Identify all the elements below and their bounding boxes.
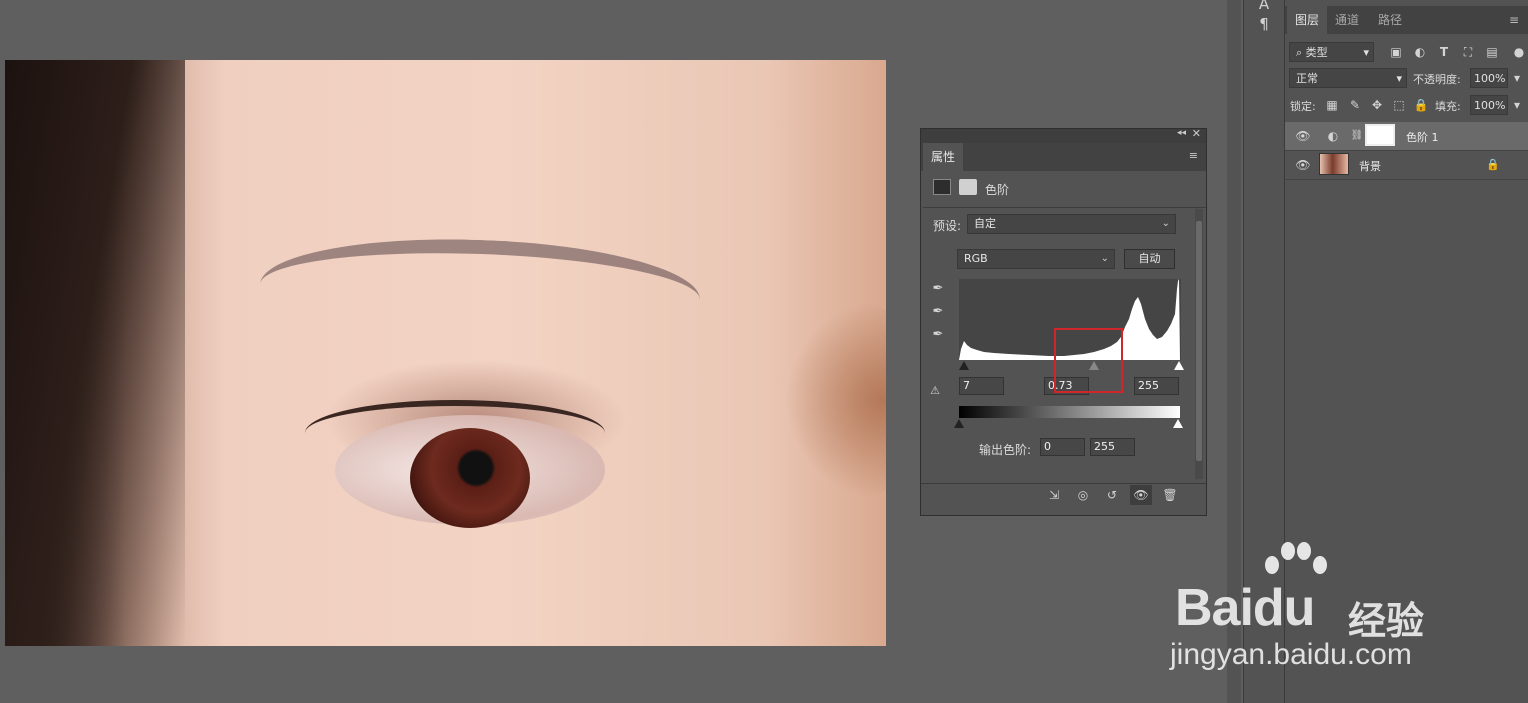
photo-nose-shadow	[785, 300, 886, 500]
properties-titlebar[interactable]: ◂◂ ✕	[921, 127, 1206, 143]
adjustment-layer-icon: ◐	[1327, 129, 1339, 143]
levels-adjustment-icon[interactable]	[933, 179, 951, 195]
preset-select[interactable]: 自定 ⌄	[967, 214, 1176, 234]
output-black-slider[interactable]	[954, 419, 964, 428]
chevron-down-icon: ⌄	[1161, 218, 1170, 229]
layer-row-background[interactable]: 👁 背景 🔒	[1285, 151, 1528, 180]
trash-icon[interactable]: 🗑	[1162, 487, 1178, 503]
fill-label: 填充:	[1435, 100, 1461, 113]
filter-pixel-icon[interactable]: ▣	[1388, 44, 1404, 60]
divider	[921, 483, 1206, 484]
lock-position-icon[interactable]: ✥	[1369, 97, 1385, 113]
panel-menu-icon[interactable]: ≡	[1506, 12, 1522, 28]
blend-mode-value: 正常	[1296, 72, 1318, 85]
tab-paths[interactable]: 路径	[1370, 6, 1410, 34]
paw-toe	[1265, 556, 1279, 574]
tab-layers[interactable]: 图层	[1287, 6, 1328, 34]
chevron-down-icon: ▾	[1363, 46, 1369, 59]
scrollbar-track[interactable]	[1195, 209, 1203, 479]
preset-value: 自定	[974, 217, 996, 230]
lock-transparent-icon[interactable]: ▦	[1324, 97, 1340, 113]
chevron-down-icon[interactable]: ▾	[1509, 97, 1525, 113]
lock-icon: 🔒	[1486, 158, 1500, 171]
output-levels-label: 输出色阶:	[979, 443, 1032, 457]
properties-panel: ◂◂ ✕ 属性 ≡ 色阶 预设: 自定 ⌄ RGB ⌄ 自动 ✒ ✒ ✒ ⚠ 7 0…	[920, 127, 1207, 516]
watermark-suffix: 经验	[1348, 599, 1425, 643]
scrollbar-thumb[interactable]	[1196, 221, 1202, 461]
photo-iris	[410, 428, 530, 528]
paw-toe	[1281, 542, 1295, 560]
tab-properties[interactable]: 属性	[923, 143, 963, 171]
layer-thumbnail[interactable]	[1319, 153, 1349, 175]
tab-channels[interactable]: 通道	[1327, 6, 1367, 34]
reset-icon[interactable]: ↺	[1104, 487, 1120, 503]
blend-mode-select[interactable]: 正常 ▾	[1289, 68, 1407, 88]
lock-all-icon[interactable]: 🔒	[1413, 97, 1429, 113]
input-white-field[interactable]: 255	[1134, 377, 1179, 395]
layers-panel-tabs: 图层 通道 路径 ≡	[1285, 6, 1528, 34]
visibility-eye-icon[interactable]: 👁	[1295, 128, 1311, 144]
filter-smart-object-icon[interactable]: ▤	[1484, 44, 1500, 60]
collapse-icon[interactable]: ◂◂	[1177, 128, 1186, 138]
clip-to-layer-icon[interactable]: ⇲	[1046, 487, 1062, 503]
search-icon: ⌕	[1296, 46, 1303, 59]
output-gradient-bar	[959, 406, 1180, 418]
photo-hair-region	[5, 60, 185, 646]
watermark-url: jingyan.baidu.com	[1170, 638, 1412, 671]
divider	[923, 207, 1206, 208]
layer-filter-kind[interactable]: ⌕ 类型 ▾	[1289, 42, 1374, 62]
output-white-field[interactable]: 255	[1090, 438, 1135, 456]
preset-label: 预设:	[933, 219, 962, 233]
lock-label: 锁定:	[1290, 100, 1316, 113]
output-white-slider[interactable]	[1173, 419, 1183, 428]
visibility-eye-icon[interactable]: 👁	[1295, 157, 1311, 173]
mask-link-icon[interactable]: ⛓	[1349, 128, 1365, 144]
filter-kind-label: 类型	[1305, 46, 1328, 59]
fill-field[interactable]: 100%	[1470, 95, 1508, 115]
watermark-brand: Baidu	[1175, 579, 1315, 637]
black-eyedropper-icon[interactable]: ✒	[930, 281, 946, 297]
close-icon[interactable]: ✕	[1192, 127, 1201, 140]
filter-shape-icon[interactable]: ⛶	[1460, 44, 1476, 60]
layer-row-levels[interactable]: 👁 ◐ ⛓ 色阶 1	[1285, 122, 1528, 151]
layer-mask-thumbnail[interactable]	[1365, 124, 1395, 146]
paragraph-icon[interactable]: ¶	[1256, 16, 1272, 32]
chevron-down-icon[interactable]: ▾	[1509, 70, 1525, 86]
auto-button[interactable]: 自动	[1124, 249, 1175, 269]
clipping-warning-icon[interactable]: ⚠	[927, 383, 943, 399]
input-black-slider[interactable]	[959, 361, 969, 370]
character-panel-icon[interactable]: A	[1256, 0, 1272, 12]
input-black-field[interactable]: 7	[959, 377, 1004, 395]
chevron-down-icon: ▾	[1396, 72, 1402, 85]
input-white-slider[interactable]	[1174, 361, 1184, 370]
filter-adjustment-icon[interactable]: ◐	[1412, 44, 1428, 60]
output-black-field[interactable]: 0	[1040, 438, 1085, 456]
highlight-annotation-box	[1054, 328, 1123, 393]
view-previous-state-icon[interactable]: ◎	[1075, 487, 1091, 503]
filter-type-icon[interactable]: T	[1436, 44, 1452, 60]
paw-toe	[1313, 556, 1327, 574]
photo-eyebrow	[258, 232, 702, 352]
paw-toe	[1297, 542, 1311, 560]
adjustment-title: 色阶	[985, 183, 1010, 197]
toggle-visibility-icon[interactable]: 👁	[1130, 485, 1152, 505]
gray-eyedropper-icon[interactable]: ✒	[930, 304, 946, 320]
lock-artboard-icon[interactable]: ⬚	[1391, 97, 1407, 113]
opacity-label: 不透明度:	[1413, 73, 1461, 86]
document-canvas-photo[interactable]	[5, 60, 886, 646]
lock-brush-icon[interactable]: ✎	[1347, 97, 1363, 113]
channel-select[interactable]: RGB ⌄	[957, 249, 1115, 269]
chevron-down-icon: ⌄	[1100, 253, 1109, 264]
properties-tabrow: 属性 ≡	[921, 143, 1206, 171]
filter-toggle-icon[interactable]: ●	[1511, 44, 1527, 60]
channel-value: RGB	[964, 252, 988, 265]
white-eyedropper-icon[interactable]: ✒	[930, 327, 946, 343]
mask-properties-icon[interactable]	[959, 179, 977, 195]
opacity-field[interactable]: 100%	[1470, 68, 1508, 88]
layer-name: 色阶 1	[1406, 131, 1439, 144]
layer-name: 背景	[1359, 160, 1381, 173]
panel-menu-icon[interactable]: ≡	[1189, 149, 1198, 162]
baidu-watermark: Baidu 经验 jingyan.baidu.com	[1170, 540, 1470, 680]
